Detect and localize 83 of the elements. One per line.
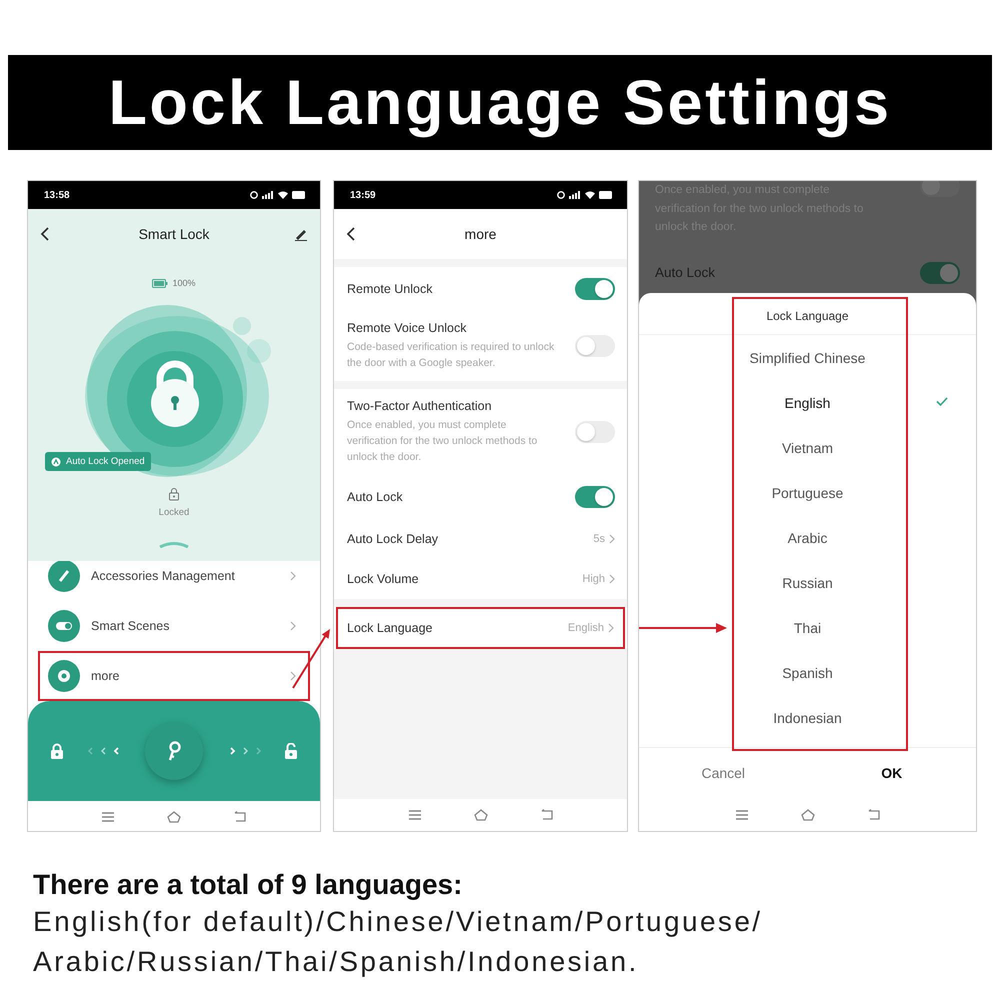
menu-item[interactable]: more bbox=[38, 651, 310, 701]
battery-icon bbox=[152, 278, 168, 288]
toggle-icon bbox=[48, 610, 80, 642]
menu-label: more bbox=[91, 669, 120, 683]
badge-label: Auto Lock Opened bbox=[66, 456, 145, 467]
drag-handle[interactable] bbox=[158, 540, 190, 548]
screen-title: more bbox=[464, 226, 496, 242]
setting-value: High bbox=[582, 573, 605, 585]
home-icon[interactable] bbox=[166, 810, 182, 824]
signal-icon bbox=[262, 191, 274, 199]
setting-label: Remote Unlock bbox=[347, 282, 432, 296]
chevron-icon bbox=[290, 621, 296, 631]
chevron-icon bbox=[609, 534, 615, 544]
menu-icon[interactable] bbox=[406, 808, 422, 822]
lock-icon bbox=[50, 743, 64, 759]
toggle-switch[interactable] bbox=[575, 278, 615, 300]
toggle-switch[interactable] bbox=[920, 262, 960, 284]
caption-text: Arabic/Russian/Thai/Spanish/Indonesian. bbox=[33, 945, 640, 979]
back-icon[interactable] bbox=[346, 226, 356, 242]
arrow bbox=[292, 629, 330, 689]
setting-description: Once enabled, you must complete verification for the two unlock methods to unlock the door. bbox=[347, 418, 538, 465]
sheet-title: Lock Language bbox=[639, 297, 976, 335]
lock-icon bbox=[168, 487, 180, 501]
language-option[interactable]: Arabic bbox=[639, 515, 976, 560]
battery-icon bbox=[599, 191, 613, 199]
chevron-icon bbox=[290, 671, 296, 681]
unlock-icon bbox=[284, 743, 298, 759]
toggle-switch[interactable] bbox=[575, 421, 615, 443]
page-title: Lock Language Settings bbox=[108, 66, 892, 138]
alarm-icon bbox=[250, 191, 258, 199]
edit-icon[interactable] bbox=[294, 227, 308, 241]
setting-value: 5s bbox=[593, 533, 605, 545]
battery-icon bbox=[292, 191, 306, 199]
toggle-switch[interactable] bbox=[575, 486, 615, 508]
setting-label: Lock Language bbox=[347, 621, 432, 635]
language-option[interactable]: Portuguese bbox=[639, 470, 976, 515]
alarm-icon bbox=[557, 191, 565, 199]
home-icon[interactable] bbox=[472, 808, 488, 822]
language-option[interactable]: English bbox=[639, 380, 976, 425]
language-option[interactable]: Thai bbox=[639, 605, 976, 650]
menu-item[interactable]: Smart Scenes bbox=[38, 601, 310, 651]
menu-item[interactable]: Accessories Management bbox=[38, 561, 310, 601]
setting-label: Lock Volume bbox=[347, 572, 419, 586]
language-option[interactable]: Russian bbox=[639, 560, 976, 605]
setting-value: English bbox=[568, 622, 604, 634]
menu-label: Accessories Management bbox=[91, 569, 236, 583]
chevron-icon bbox=[609, 574, 615, 584]
caption-heading: There are a total of 9 languages: bbox=[33, 868, 464, 902]
setting-label: Remote Voice Unlock bbox=[347, 321, 468, 335]
chevron-icon bbox=[608, 623, 614, 633]
setting-label: Auto Lock bbox=[347, 490, 403, 504]
lock-state: Locked bbox=[158, 507, 190, 518]
signal-icon bbox=[569, 191, 581, 199]
screen-title: Smart Lock bbox=[138, 226, 210, 242]
menu-icon[interactable] bbox=[734, 808, 750, 822]
setting-label: Two-Factor Authentication bbox=[347, 399, 493, 413]
key-icon bbox=[166, 741, 182, 761]
menu-label: Smart Scenes bbox=[91, 619, 171, 633]
wifi-icon bbox=[585, 191, 595, 199]
status-time: 13:58 bbox=[44, 190, 70, 200]
caption-text: English(for default)/Chinese/Vietnam/Portuguese/ bbox=[33, 905, 764, 939]
language-option[interactable]: Simplified Chinese bbox=[639, 335, 976, 380]
slider-knob[interactable] bbox=[145, 722, 203, 780]
settings-icon bbox=[48, 660, 80, 692]
back-icon[interactable] bbox=[40, 226, 50, 242]
circle-icon bbox=[51, 456, 61, 466]
check-icon bbox=[936, 397, 948, 406]
toggle-switch[interactable] bbox=[575, 335, 615, 357]
home-icon[interactable] bbox=[800, 808, 816, 822]
wifi-icon bbox=[278, 191, 288, 199]
setting-description: Code-based verification is required to unlock the door with a Google speaker. bbox=[347, 340, 556, 371]
language-option[interactable]: Vietnam bbox=[639, 425, 976, 470]
language-option[interactable]: Indonesian bbox=[639, 695, 976, 740]
padlock-icon bbox=[151, 360, 199, 427]
status-time: 13:59 bbox=[350, 190, 376, 200]
setting-label: Auto Lock Delay bbox=[347, 532, 438, 546]
toggle-switch[interactable] bbox=[920, 181, 960, 197]
setting-label: Auto Lock bbox=[655, 265, 716, 280]
menu-icon[interactable] bbox=[100, 810, 116, 824]
settings-row[interactable]: Lock Language English bbox=[336, 607, 625, 649]
language-option[interactable]: Spanish bbox=[639, 650, 976, 695]
battery-level: 100% bbox=[172, 278, 196, 288]
chevron-icon bbox=[290, 571, 296, 581]
